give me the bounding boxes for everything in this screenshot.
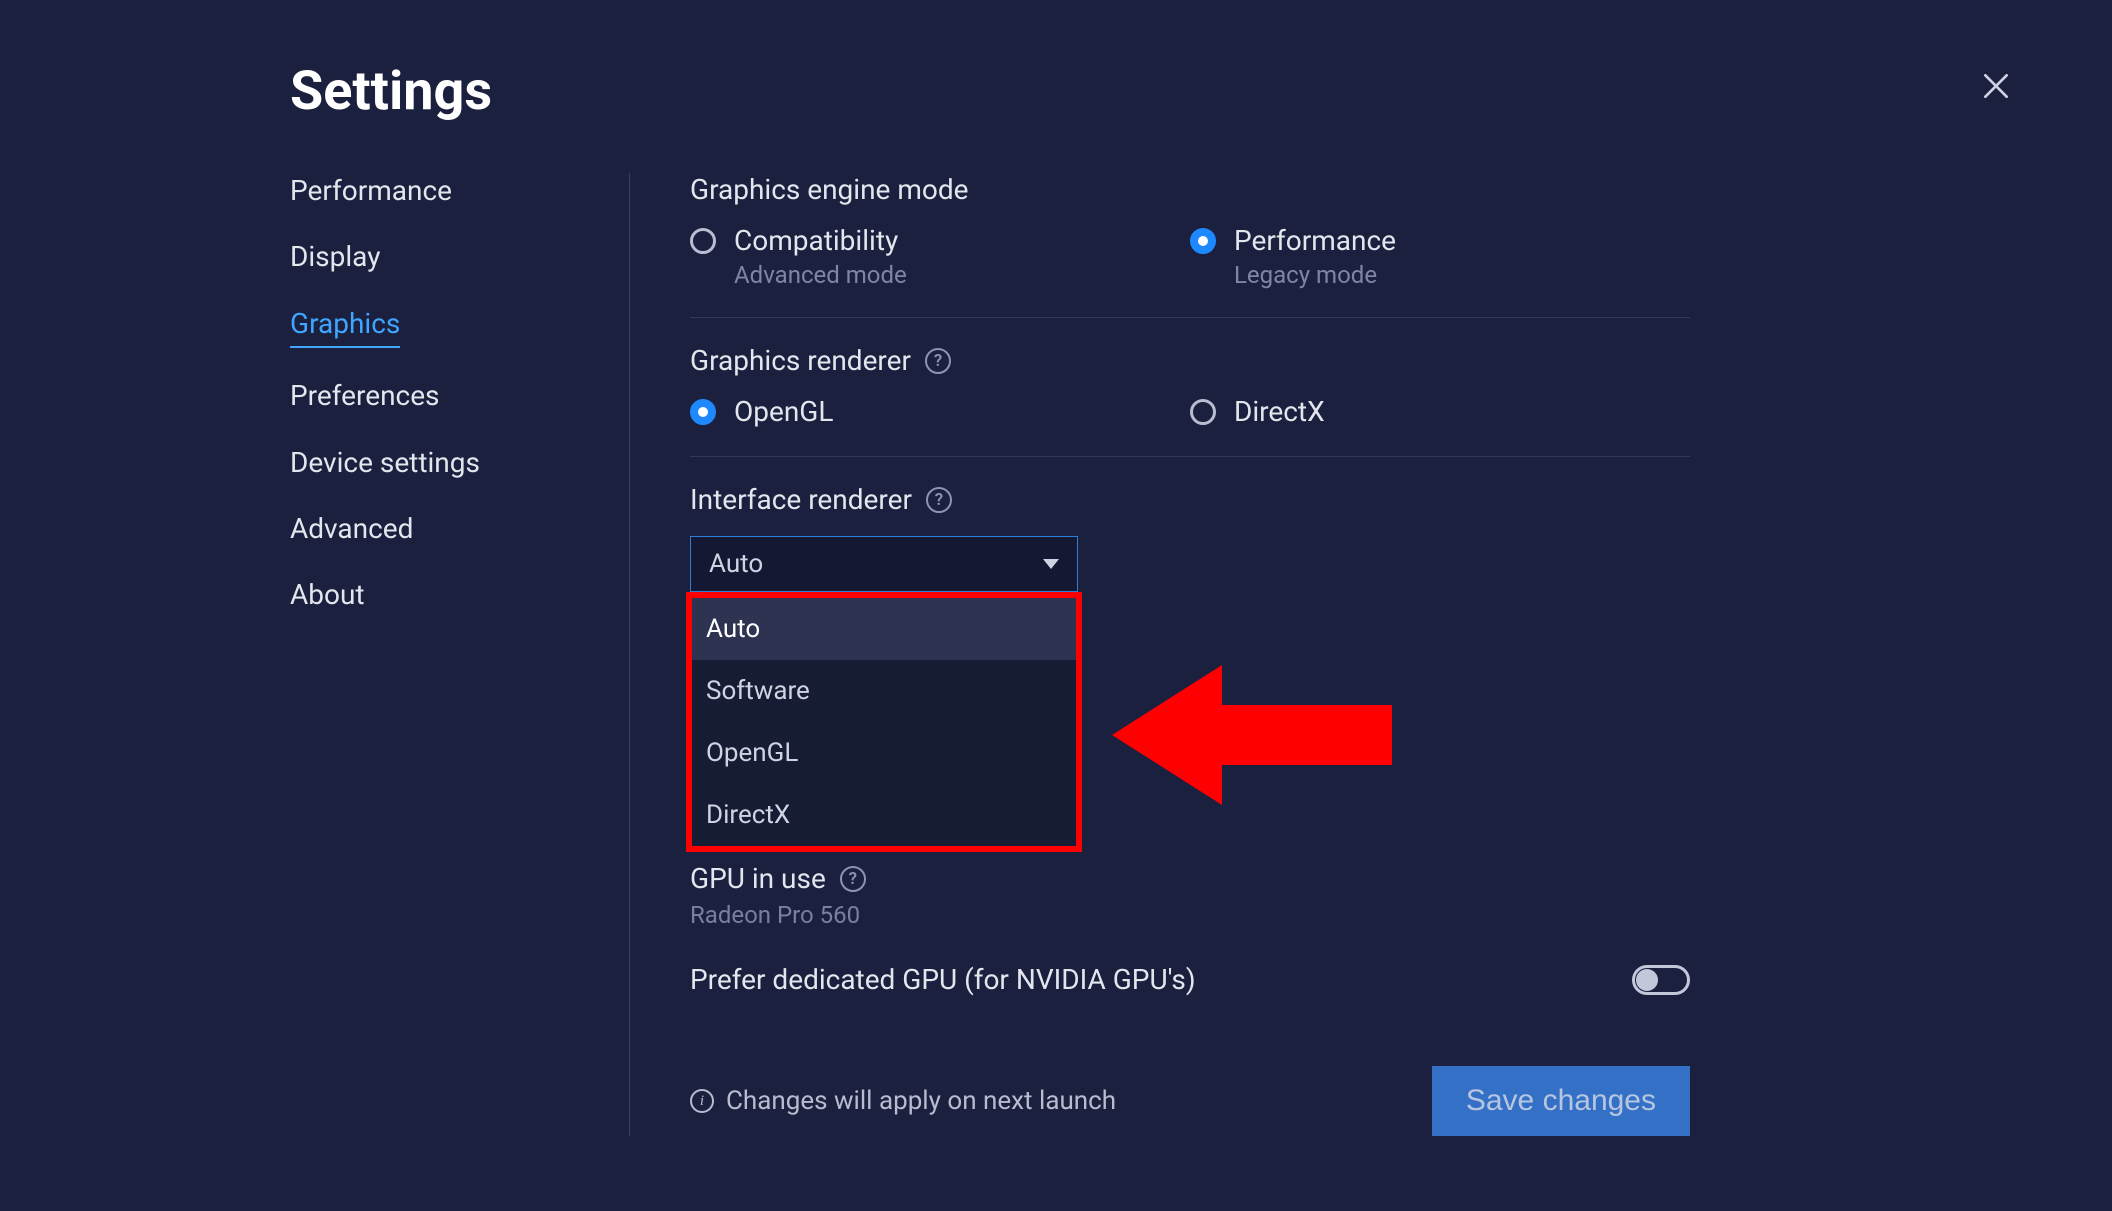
prefer-dedicated-gpu-toggle[interactable]	[1632, 965, 1690, 995]
page-title: Settings	[290, 60, 2052, 123]
radio-icon	[1190, 399, 1216, 425]
radio-icon	[1190, 228, 1216, 254]
help-icon[interactable]: ?	[840, 866, 866, 892]
divider	[690, 317, 1690, 318]
label-text: Graphics renderer	[690, 344, 911, 377]
interface-renderer-label: Interface renderer ?	[690, 483, 1690, 516]
sidebar-item-graphics[interactable]: Graphics	[290, 306, 400, 348]
radio-sublabel: Legacy mode	[1234, 261, 1396, 289]
interface-renderer-dropdown-list: Auto Software OpenGL DirectX	[686, 592, 1082, 852]
sidebar-item-device-settings[interactable]: Device settings	[290, 445, 480, 481]
divider	[690, 456, 1690, 457]
label-text: GPU in use	[690, 862, 826, 895]
changes-apply-info: i Changes will apply on next launch	[690, 1086, 1116, 1116]
radio-label: OpenGL	[734, 395, 833, 428]
prefer-dedicated-gpu-label: Prefer dedicated GPU (for NVIDIA GPU's)	[690, 963, 1196, 996]
dropdown-option-auto[interactable]: Auto	[692, 598, 1076, 660]
dropdown-selected-value: Auto	[709, 549, 763, 579]
sidebar-item-performance[interactable]: Performance	[290, 173, 452, 209]
label-text: Interface renderer	[690, 483, 912, 516]
sidebar-item-advanced[interactable]: Advanced	[290, 511, 413, 547]
dropdown-option-software[interactable]: Software	[692, 660, 1076, 722]
close-button[interactable]	[1980, 70, 2012, 102]
save-changes-button[interactable]: Save changes	[1432, 1066, 1690, 1136]
sidebar-item-display[interactable]: Display	[290, 239, 380, 275]
gpu-in-use-label: GPU in use ?	[690, 862, 1690, 895]
info-icon: i	[690, 1089, 714, 1113]
radio-sublabel: Advanced mode	[734, 261, 907, 289]
sidebar-item-about[interactable]: About	[290, 577, 365, 613]
radio-label: DirectX	[1234, 395, 1325, 428]
graphics-renderer-label: Graphics renderer ?	[690, 344, 1690, 377]
radio-icon	[690, 228, 716, 254]
dropdown-option-directx[interactable]: DirectX	[692, 784, 1076, 846]
caret-down-icon	[1043, 559, 1059, 569]
engine-mode-compatibility[interactable]: Compatibility Advanced mode	[690, 224, 1190, 289]
interface-renderer-dropdown[interactable]: Auto	[690, 536, 1078, 592]
renderer-directx[interactable]: DirectX	[1190, 395, 1690, 428]
toggle-knob-icon	[1636, 969, 1658, 991]
engine-mode-performance[interactable]: Performance Legacy mode	[1190, 224, 1690, 289]
gpu-in-use-value: Radeon Pro 560	[690, 901, 1690, 929]
radio-icon	[690, 399, 716, 425]
help-icon[interactable]: ?	[925, 348, 951, 374]
sidebar-item-preferences[interactable]: Preferences	[290, 378, 440, 414]
dropdown-option-opengl[interactable]: OpenGL	[692, 722, 1076, 784]
renderer-opengl[interactable]: OpenGL	[690, 395, 1190, 428]
engine-mode-label: Graphics engine mode	[690, 173, 1690, 206]
callout-arrow-icon	[1112, 660, 1392, 810]
radio-label: Performance	[1234, 224, 1396, 257]
info-text: Changes will apply on next launch	[726, 1086, 1116, 1116]
settings-sidebar: Performance Display Graphics Preferences…	[290, 173, 630, 1136]
help-icon[interactable]: ?	[926, 487, 952, 513]
radio-label: Compatibility	[734, 224, 907, 257]
